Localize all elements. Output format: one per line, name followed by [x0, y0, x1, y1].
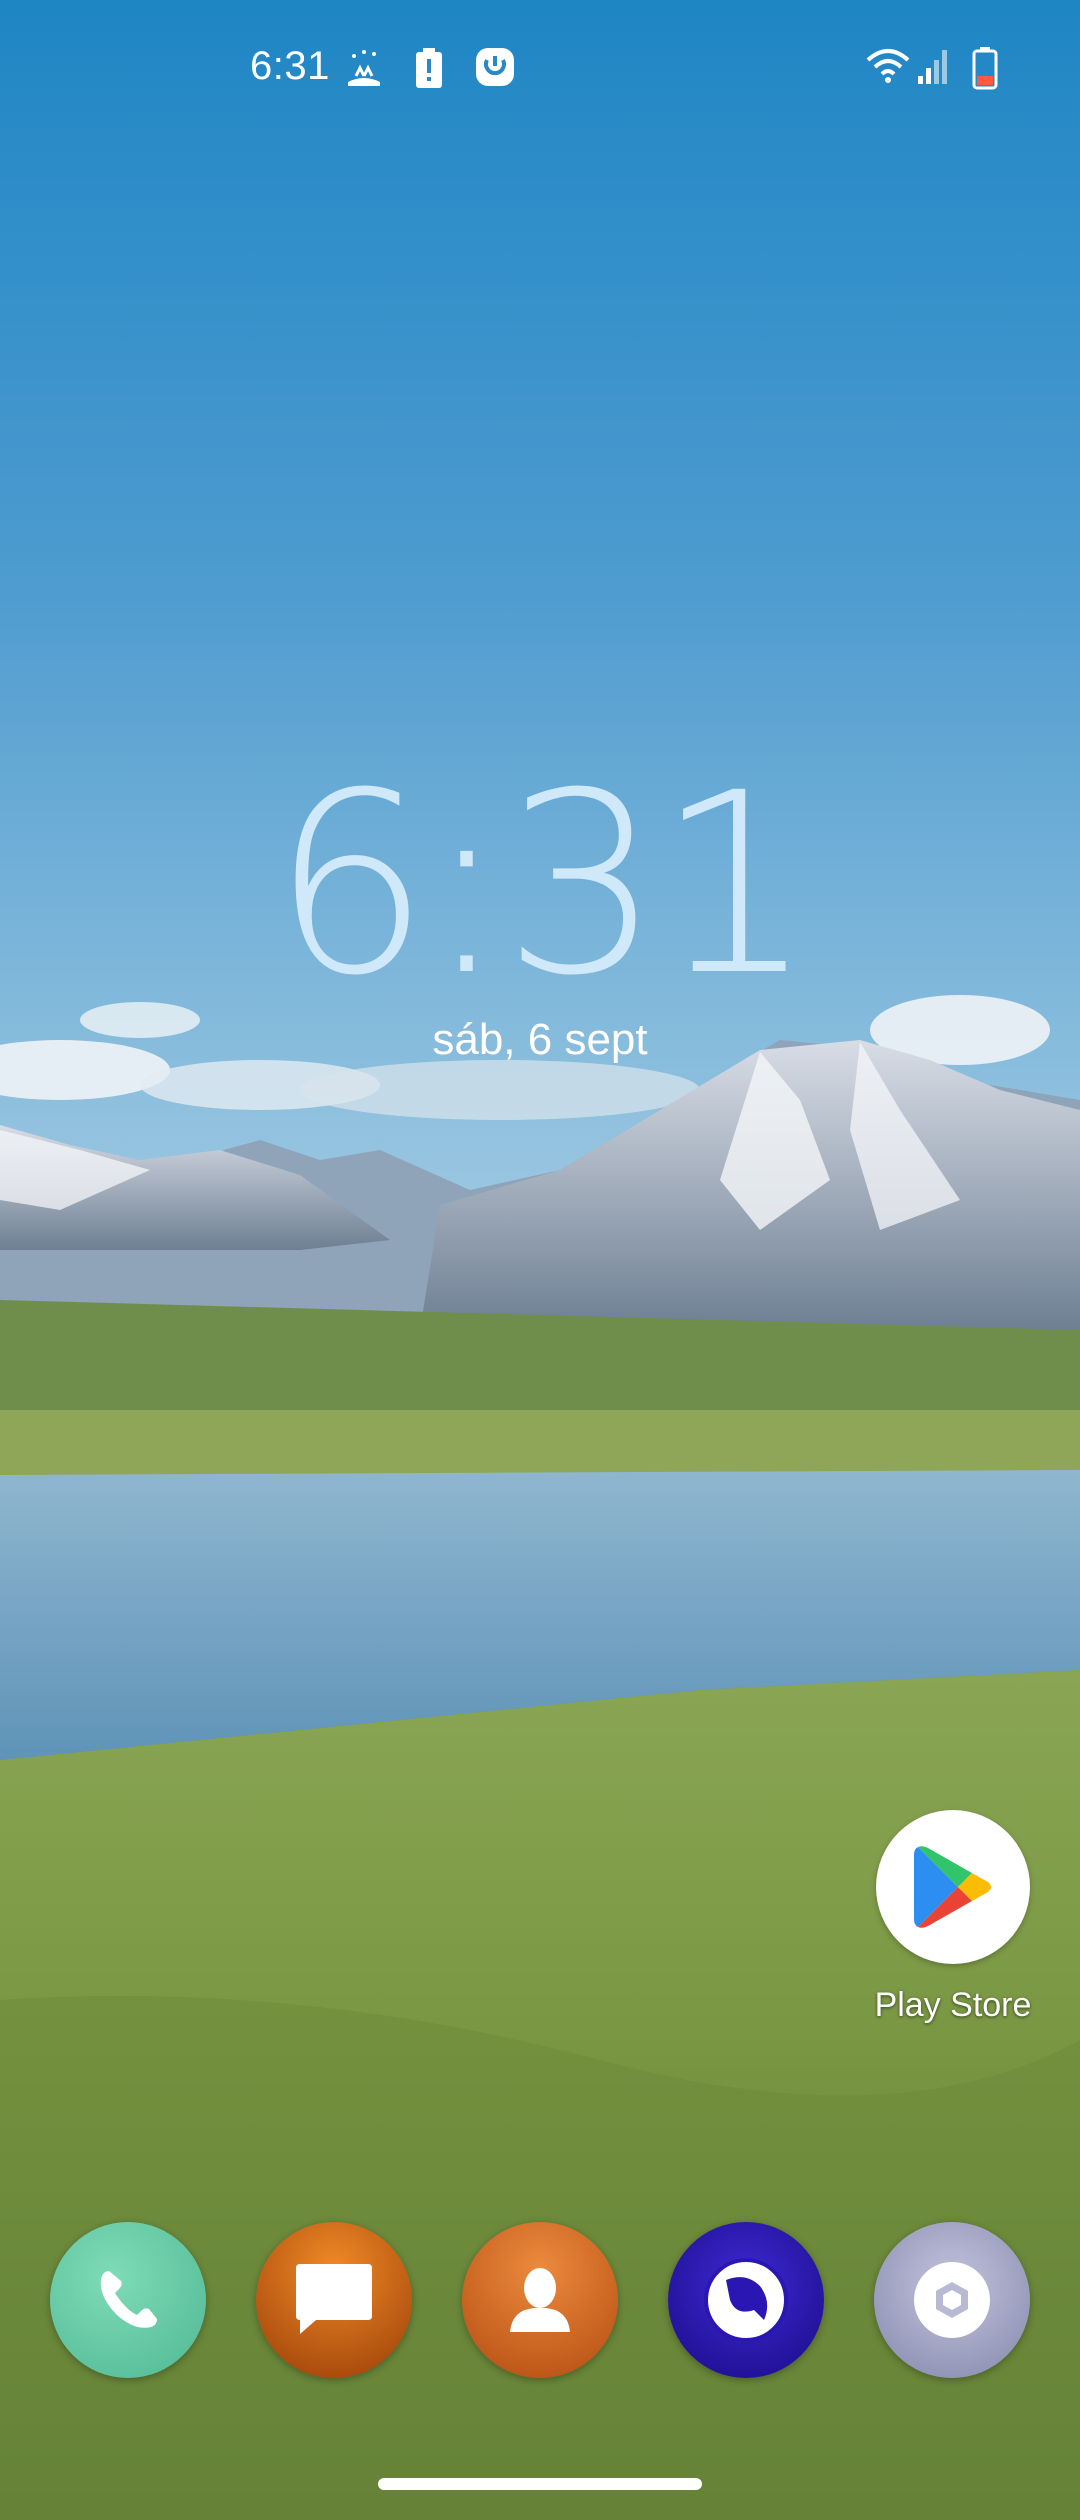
browser-icon [704, 2258, 788, 2342]
wallpaper [0, 0, 1080, 2520]
battery-alert-icon [412, 46, 446, 90]
phone-app-button[interactable] [50, 2222, 206, 2378]
splash-notification-icon [342, 46, 386, 90]
contacts-app-button[interactable] [462, 2222, 618, 2378]
battery-low-icon [972, 46, 998, 90]
gesture-nav-handle[interactable] [378, 2478, 702, 2490]
browser-app-button[interactable] [668, 2222, 824, 2378]
lockscreen-clock: 6:31 [271, 739, 814, 1030]
messages-app-button[interactable] [256, 2222, 412, 2378]
cell-signal-icon [916, 46, 950, 86]
messages-icon [296, 2264, 372, 2334]
wifi-icon [866, 46, 910, 86]
play-store-shortcut[interactable]: Play Store [858, 1810, 1048, 2025]
status-time: 6:31 [250, 44, 330, 88]
play-store-icon [876, 1810, 1030, 1964]
play-store-label: Play Store [874, 1986, 1032, 2024]
status-bar: 6:31 [0, 0, 1080, 140]
dock [0, 2222, 1080, 2382]
phone-icon [100, 2271, 157, 2328]
contacts-icon [510, 2268, 570, 2332]
lockscreen-date: sáb, 6 sept [432, 1015, 648, 1064]
app-notification-icon [474, 46, 516, 88]
camera-icon [914, 2262, 990, 2338]
camera-app-button[interactable] [874, 2222, 1030, 2378]
